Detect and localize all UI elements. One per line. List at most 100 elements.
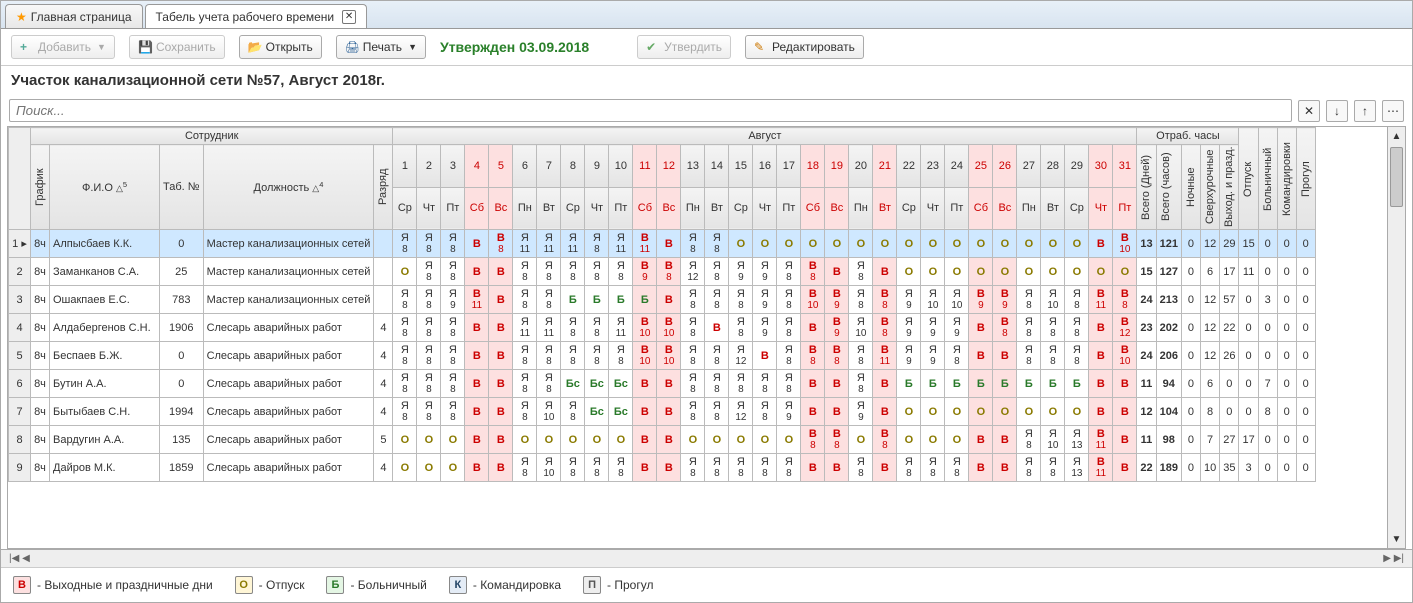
day-cell[interactable]: О xyxy=(1041,230,1065,258)
day-cell[interactable]: В xyxy=(657,426,681,454)
day-cell[interactable]: Я9 xyxy=(777,398,801,426)
day-cell[interactable]: О xyxy=(921,426,945,454)
day-cell[interactable]: Бс xyxy=(585,398,609,426)
day-cell[interactable]: Я8 xyxy=(897,454,921,482)
day-cell[interactable]: В10 xyxy=(1113,230,1137,258)
scroll-thumb[interactable] xyxy=(1390,147,1403,207)
day-cell[interactable]: О xyxy=(729,230,753,258)
day-cell[interactable]: В xyxy=(825,454,849,482)
table-row[interactable]: 58чБеспаев Б.Ж.0Слесарь аварийных работ4… xyxy=(9,342,1316,370)
day-cell[interactable]: В xyxy=(657,370,681,398)
day-cell[interactable]: В xyxy=(465,342,489,370)
timesheet-grid[interactable]: СотрудникАвгустОтраб. часыОтпускБольничн… xyxy=(7,126,1406,549)
day-cell[interactable]: О xyxy=(537,426,561,454)
day-cell[interactable]: В xyxy=(657,286,681,314)
day-cell[interactable]: Я8 xyxy=(1065,342,1089,370)
day-cell[interactable]: О xyxy=(1065,398,1089,426)
day-cell[interactable]: О xyxy=(993,258,1017,286)
day-cell[interactable]: О xyxy=(945,258,969,286)
day-cell[interactable]: Я8 xyxy=(513,454,537,482)
day-cell[interactable]: Я8 xyxy=(561,258,585,286)
day-cell[interactable]: Б xyxy=(1017,370,1041,398)
day-cell[interactable]: Я10 xyxy=(849,314,873,342)
day-cell[interactable]: Я8 xyxy=(681,370,705,398)
day-cell[interactable]: Я8 xyxy=(417,370,441,398)
day-cell[interactable]: В xyxy=(969,426,993,454)
day-cell[interactable]: Я8 xyxy=(777,342,801,370)
day-cell[interactable]: О xyxy=(681,426,705,454)
day-cell[interactable]: О xyxy=(825,230,849,258)
day-cell[interactable]: В8 xyxy=(1113,286,1137,314)
day-cell[interactable]: Я8 xyxy=(1017,342,1041,370)
day-cell[interactable]: Я8 xyxy=(513,370,537,398)
day-cell[interactable]: Я8 xyxy=(441,398,465,426)
day-cell[interactable]: Б xyxy=(993,370,1017,398)
day-cell[interactable]: О xyxy=(441,426,465,454)
day-cell[interactable]: Б xyxy=(1065,370,1089,398)
day-cell[interactable]: Я8 xyxy=(729,286,753,314)
day-cell[interactable]: О xyxy=(1017,230,1041,258)
day-cell[interactable]: В xyxy=(1113,398,1137,426)
col-tabno[interactable]: Таб. № xyxy=(160,145,204,230)
day-cell[interactable]: В xyxy=(873,398,897,426)
day-cell[interactable]: Я8 xyxy=(585,258,609,286)
day-cell[interactable]: Я8 xyxy=(441,314,465,342)
day-cell[interactable]: Я8 xyxy=(609,342,633,370)
day-cell[interactable]: В xyxy=(1089,314,1113,342)
day-cell[interactable]: О xyxy=(777,230,801,258)
day-cell[interactable]: В xyxy=(465,314,489,342)
day-cell[interactable]: О xyxy=(849,426,873,454)
day-cell[interactable]: Я8 xyxy=(1065,286,1089,314)
day-cell[interactable]: В xyxy=(1113,426,1137,454)
day-cell[interactable]: Я8 xyxy=(417,314,441,342)
day-cell[interactable]: О xyxy=(873,230,897,258)
day-cell[interactable]: Я8 xyxy=(681,454,705,482)
day-cell[interactable]: Я10 xyxy=(1041,426,1065,454)
day-cell[interactable]: Я8 xyxy=(777,454,801,482)
day-cell[interactable]: О xyxy=(897,426,921,454)
day-cell[interactable]: В11 xyxy=(1089,286,1113,314)
day-cell[interactable]: О xyxy=(993,230,1017,258)
day-cell[interactable]: Б xyxy=(1041,370,1065,398)
day-cell[interactable]: В xyxy=(705,314,729,342)
day-cell[interactable]: Я8 xyxy=(705,454,729,482)
day-cell[interactable]: Я8 xyxy=(585,314,609,342)
day-cell[interactable]: Я12 xyxy=(729,398,753,426)
day-cell[interactable]: В8 xyxy=(801,426,825,454)
day-cell[interactable]: Я8 xyxy=(561,314,585,342)
day-cell[interactable]: В xyxy=(1113,454,1137,482)
day-cell[interactable]: О xyxy=(513,426,537,454)
day-cell[interactable]: В xyxy=(489,314,513,342)
day-cell[interactable]: В xyxy=(489,370,513,398)
day-cell[interactable]: Я9 xyxy=(897,286,921,314)
day-cell[interactable]: Я8 xyxy=(753,454,777,482)
day-cell[interactable]: Я8 xyxy=(513,258,537,286)
horizontal-scroll-nav[interactable]: |◀ ◀▶ ▶| xyxy=(1,549,1412,567)
day-cell[interactable]: О xyxy=(921,230,945,258)
day-cell[interactable]: Я8 xyxy=(537,370,561,398)
day-cell[interactable]: Я13 xyxy=(1065,426,1089,454)
day-cell[interactable]: В9 xyxy=(993,286,1017,314)
day-cell[interactable]: Я11 xyxy=(537,314,561,342)
day-cell[interactable]: О xyxy=(969,230,993,258)
day-cell[interactable]: В xyxy=(657,230,681,258)
day-cell[interactable]: Я8 xyxy=(609,454,633,482)
day-cell[interactable]: Я8 xyxy=(609,258,633,286)
day-cell[interactable]: Я8 xyxy=(1017,314,1041,342)
print-button[interactable]: 🖨Печать▼ xyxy=(336,35,426,59)
day-cell[interactable]: Б xyxy=(633,286,657,314)
day-cell[interactable]: Я8 xyxy=(681,286,705,314)
day-cell[interactable]: Я8 xyxy=(777,314,801,342)
day-cell[interactable]: О xyxy=(1017,398,1041,426)
day-cell[interactable]: Я8 xyxy=(513,342,537,370)
day-cell[interactable]: О xyxy=(609,426,633,454)
day-cell[interactable]: Я8 xyxy=(753,398,777,426)
day-cell[interactable]: В xyxy=(801,314,825,342)
table-row[interactable]: 78чБытыбаев С.Н.1994Слесарь аварийных ра… xyxy=(9,398,1316,426)
day-cell[interactable]: Я8 xyxy=(705,398,729,426)
scroll-down-icon[interactable]: ▼ xyxy=(1388,530,1405,548)
day-cell[interactable]: В10 xyxy=(1113,342,1137,370)
day-cell[interactable]: В8 xyxy=(825,426,849,454)
day-cell[interactable]: В xyxy=(825,370,849,398)
day-cell[interactable]: В10 xyxy=(633,314,657,342)
